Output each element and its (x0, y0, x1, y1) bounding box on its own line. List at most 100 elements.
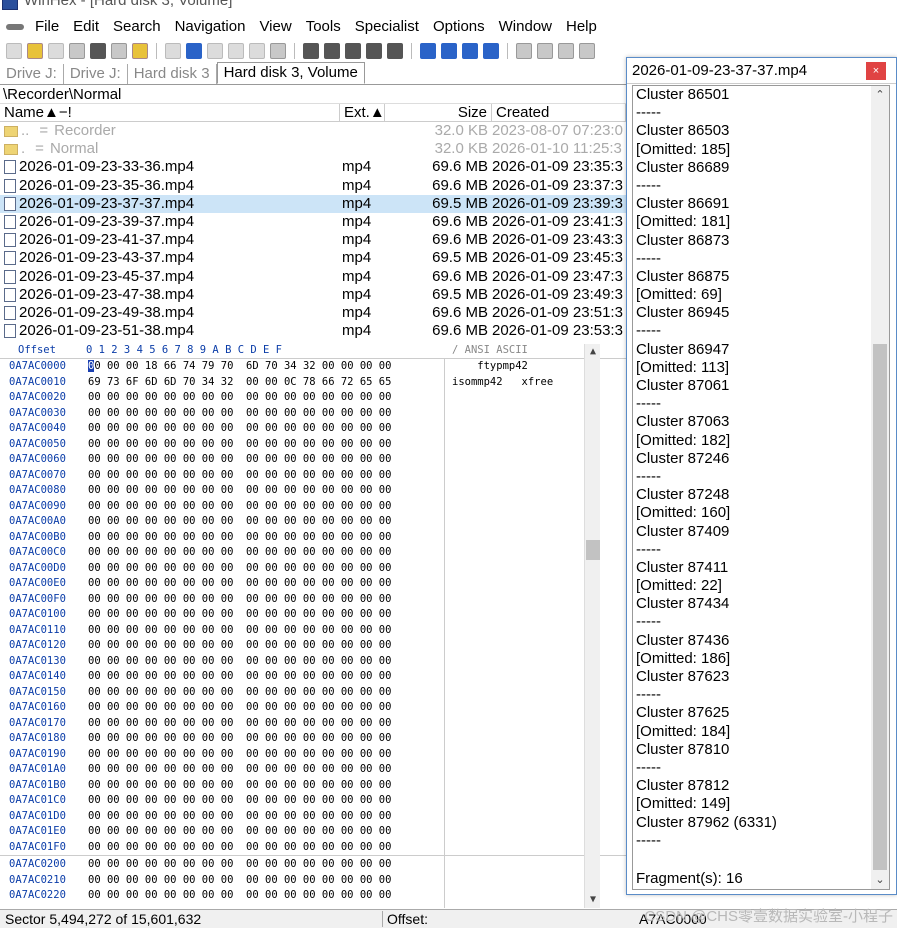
file-row[interactable]: 2026-01-09-23-43-37.mp4 mp4 69.5 MB 2026-01… (0, 249, 626, 267)
hex-editor[interactable]: Offset 0 1 2 3 4 5 6 7 8 9 A B C D E F /… (0, 344, 626, 908)
hex-bytes[interactable]: 00 00 00 18 66 74 79 70 6D 70 34 32 00 0… (82, 359, 444, 375)
paste-icon[interactable] (228, 43, 244, 59)
properties-icon[interactable] (111, 43, 127, 59)
find-text-icon[interactable] (303, 43, 319, 59)
hex-ascii[interactable] (444, 793, 584, 809)
file-row[interactable]: 2026-01-09-23-41-37.mp4 mp4 69.6 MB 2026-01… (0, 231, 626, 249)
hex-ascii[interactable] (444, 421, 584, 437)
hex-bytes[interactable]: 00 00 00 00 00 00 00 00 00 00 00 00 00 0… (82, 778, 444, 794)
goto-offset-icon[interactable] (420, 43, 436, 59)
paste-special-icon[interactable] (249, 43, 265, 59)
open-file-icon[interactable] (27, 43, 43, 59)
hex-bytes[interactable]: 00 00 00 00 00 00 00 00 00 00 00 00 00 0… (82, 421, 444, 437)
hex-ascii[interactable] (444, 437, 584, 453)
hex-ascii[interactable] (444, 873, 584, 889)
hex-ascii[interactable] (444, 592, 584, 608)
menu-view[interactable]: View (252, 18, 298, 35)
new-file-icon[interactable] (6, 43, 22, 59)
ram-editor-icon[interactable] (579, 43, 595, 59)
hex-bytes[interactable]: 00 00 00 00 00 00 00 00 00 00 00 00 00 0… (82, 592, 444, 608)
hex-bytes[interactable]: 00 00 00 00 00 00 00 00 00 00 00 00 00 0… (82, 499, 444, 515)
directory-row[interactable]: . = Normal 32.0 KB 2026-01-10 11:25:3 (0, 140, 626, 158)
hex-bytes[interactable]: 00 00 00 00 00 00 00 00 00 00 00 00 00 0… (82, 857, 444, 873)
hex-ascii[interactable] (444, 669, 584, 685)
back-arrow-icon[interactable] (462, 43, 478, 59)
file-row[interactable]: 2026-01-09-23-49-38.mp4 mp4 69.6 MB 2026-01… (0, 304, 626, 322)
hex-bytes[interactable]: 00 00 00 00 00 00 00 00 00 00 00 00 00 0… (82, 514, 444, 530)
hex-ascii[interactable] (444, 530, 584, 546)
hex-bytes[interactable]: 00 00 00 00 00 00 00 00 00 00 00 00 00 0… (82, 561, 444, 577)
hex-ascii[interactable] (444, 545, 584, 561)
hex-bytes[interactable]: 00 00 00 00 00 00 00 00 00 00 00 00 00 0… (82, 638, 444, 654)
hex-ascii[interactable] (444, 762, 584, 778)
hex-bytes[interactable]: 00 00 00 00 00 00 00 00 00 00 00 00 00 0… (82, 468, 444, 484)
hex-ascii[interactable] (444, 576, 584, 592)
open-folder-icon[interactable] (132, 43, 148, 59)
hex-ascii[interactable] (444, 716, 584, 732)
hex-bytes[interactable]: 00 00 00 00 00 00 00 00 00 00 00 00 00 0… (82, 669, 444, 685)
scroll-down-icon[interactable]: ⌄ (874, 874, 886, 886)
binary-icon[interactable] (270, 43, 286, 59)
directory-row[interactable]: .. = Recorder 32.0 KB 2023-08-07 07:23:0 (0, 122, 626, 140)
menu-tools[interactable]: Tools (299, 18, 348, 35)
menu-search[interactable]: Search (106, 18, 168, 35)
dialog-scroll-thumb[interactable] (873, 344, 887, 870)
menu-help[interactable]: Help (559, 18, 604, 35)
close-icon[interactable]: × (866, 61, 886, 80)
hex-ascii[interactable] (444, 731, 584, 747)
hex-bytes[interactable]: 00 00 00 00 00 00 00 00 00 00 00 00 00 0… (82, 654, 444, 670)
scroll-up-icon[interactable]: ▲ (587, 346, 599, 358)
save-icon[interactable] (48, 43, 64, 59)
hex-bytes[interactable]: 00 00 00 00 00 00 00 00 00 00 00 00 00 0… (82, 390, 444, 406)
column-size-header[interactable]: Size (385, 104, 492, 121)
tab-hard-disk-3-volume[interactable]: Hard disk 3, Volume (216, 62, 365, 84)
hex-ascii[interactable] (444, 406, 584, 422)
hex-bytes[interactable]: 00 00 00 00 00 00 00 00 00 00 00 00 00 0… (82, 873, 444, 889)
hex-ascii[interactable]: ftypmp42 (444, 359, 584, 375)
column-ext-header[interactable]: Ext.▲ (340, 104, 385, 121)
disk-tools-icon[interactable] (516, 43, 532, 59)
hex-scrollbar[interactable]: ▲ ▼ (584, 344, 600, 908)
hex-bytes[interactable]: 00 00 00 00 00 00 00 00 00 00 00 00 00 0… (82, 747, 444, 763)
hex-ascii[interactable] (444, 840, 584, 856)
forward-arrow-icon[interactable] (483, 43, 499, 59)
copy-icon[interactable] (186, 43, 202, 59)
replace-hex-icon[interactable] (366, 43, 382, 59)
dialog-scrollbar[interactable]: ⌃ ⌄ (871, 86, 889, 889)
menu-options[interactable]: Options (426, 18, 492, 35)
print-icon[interactable] (90, 43, 106, 59)
hex-ascii[interactable] (444, 452, 584, 468)
disk-editor-icon[interactable] (558, 43, 574, 59)
hex-ascii[interactable] (444, 623, 584, 639)
tab-drive-j-1[interactable]: Drive J: (0, 64, 64, 84)
menu-window[interactable]: Window (492, 18, 559, 35)
hex-bytes[interactable]: 00 00 00 00 00 00 00 00 00 00 00 00 00 0… (82, 888, 444, 904)
hex-bytes[interactable]: 00 00 00 00 00 00 00 00 00 00 00 00 00 0… (82, 685, 444, 701)
file-row[interactable]: 2026-01-09-23-51-38.mp4 mp4 69.6 MB 2026-01… (0, 322, 626, 340)
menu-file[interactable]: File (28, 18, 66, 35)
hex-bytes[interactable]: 00 00 00 00 00 00 00 00 00 00 00 00 00 0… (82, 483, 444, 499)
file-row[interactable]: 2026-01-09-23-33-36.mp4 mp4 69.6 MB 2026-01… (0, 158, 626, 176)
hex-ascii[interactable] (444, 700, 584, 716)
file-row[interactable]: 2026-01-09-23-47-38.mp4 mp4 69.5 MB 2026-01… (0, 286, 626, 304)
hex-bytes[interactable]: 00 00 00 00 00 00 00 00 00 00 00 00 00 0… (82, 576, 444, 592)
hex-ascii[interactable] (444, 747, 584, 763)
hex-ascii[interactable] (444, 824, 584, 840)
tab-hard-disk-3[interactable]: Hard disk 3 (128, 64, 217, 84)
menu-navigation[interactable]: Navigation (168, 18, 253, 35)
menu-specialist[interactable]: Specialist (348, 18, 426, 35)
hex-bytes[interactable]: 00 00 00 00 00 00 00 00 00 00 00 00 00 0… (82, 809, 444, 825)
hex-bytes[interactable]: 00 00 00 00 00 00 00 00 00 00 00 00 00 0… (82, 623, 444, 639)
disk-clone-icon[interactable] (537, 43, 553, 59)
hex-bytes[interactable]: 00 00 00 00 00 00 00 00 00 00 00 00 00 0… (82, 793, 444, 809)
hex-bytes[interactable]: 00 00 00 00 00 00 00 00 00 00 00 00 00 0… (82, 607, 444, 623)
hex-bytes[interactable]: 00 00 00 00 00 00 00 00 00 00 00 00 00 0… (82, 545, 444, 561)
replace-text-icon[interactable] (345, 43, 361, 59)
hex-ascii[interactable] (444, 390, 584, 406)
hex-ascii[interactable] (444, 514, 584, 530)
file-row[interactable]: 2026-01-09-23-39-37.mp4 mp4 69.6 MB 2026-01… (0, 213, 626, 231)
hex-ascii[interactable] (444, 888, 584, 904)
cluster-list[interactable]: Cluster 86501 ----- Cluster 86503 [Omitted:… (632, 85, 890, 890)
hex-ascii[interactable] (444, 857, 584, 873)
hex-bytes[interactable]: 00 00 00 00 00 00 00 00 00 00 00 00 00 0… (82, 452, 444, 468)
